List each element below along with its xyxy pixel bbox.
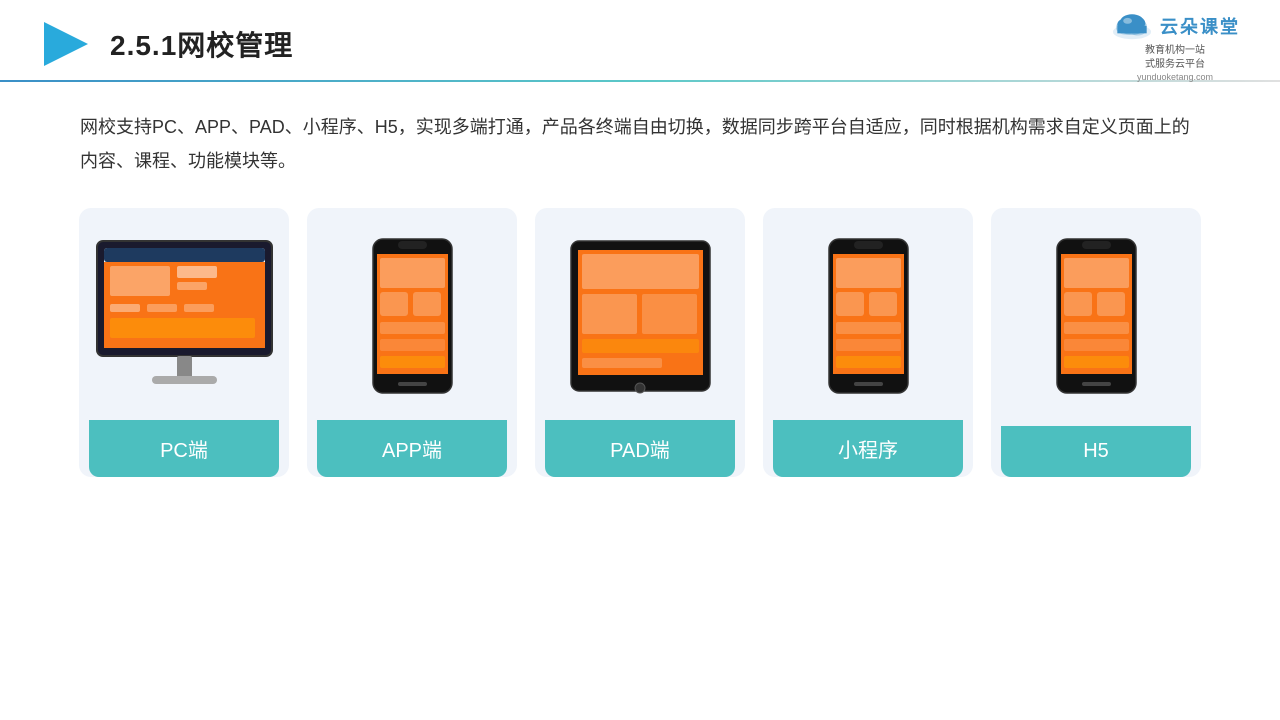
phone-mockup-h5-icon xyxy=(1054,236,1139,396)
phone-mockup-app-icon xyxy=(370,236,455,396)
card-app-image xyxy=(317,226,507,406)
cloud-icon xyxy=(1110,10,1154,42)
brand-tagline: 教育机构一站式服务云平台 xyxy=(1145,44,1205,72)
page-title: 2.5.1网校管理 xyxy=(110,24,293,64)
pc-mockup-icon xyxy=(92,236,277,396)
body-description: 网校支持PC、APP、PAD、小程序、H5，实现多端打通，产品各终端自由切换，数… xyxy=(0,82,1280,178)
card-h5: H5 xyxy=(991,208,1201,477)
card-app: APP端 xyxy=(307,208,517,477)
card-pad-image xyxy=(545,226,735,406)
card-app-label: APP端 xyxy=(317,420,507,477)
brand-name: 云朵课堂 xyxy=(1160,13,1240,39)
phone-mockup-miniapp-icon xyxy=(826,236,911,396)
tablet-mockup-icon xyxy=(568,236,713,396)
card-miniapp: 小程序 xyxy=(763,208,973,477)
card-pc-label: PC端 xyxy=(89,420,279,477)
card-miniapp-image xyxy=(773,226,963,406)
brand-logo: 云朵课堂 教育机构一站式服务云平台 yunduoketang.com xyxy=(1110,10,1240,82)
device-cards-container: PC端 APP端 xyxy=(0,178,1280,477)
card-pc: PC端 xyxy=(79,208,289,477)
logo-play-icon xyxy=(40,18,92,70)
header: 2.5.1网校管理 云朵课堂 教育机构一站式服务云平台 yunduoketang… xyxy=(0,0,1280,70)
brand-url: yunduoketang.com xyxy=(1137,72,1213,82)
card-h5-label: H5 xyxy=(1001,426,1191,477)
card-h5-image xyxy=(1001,226,1191,406)
card-pad-label: PAD端 xyxy=(545,420,735,477)
card-pc-image xyxy=(89,226,279,406)
card-miniapp-label: 小程序 xyxy=(773,420,963,477)
card-pad: PAD端 xyxy=(535,208,745,477)
